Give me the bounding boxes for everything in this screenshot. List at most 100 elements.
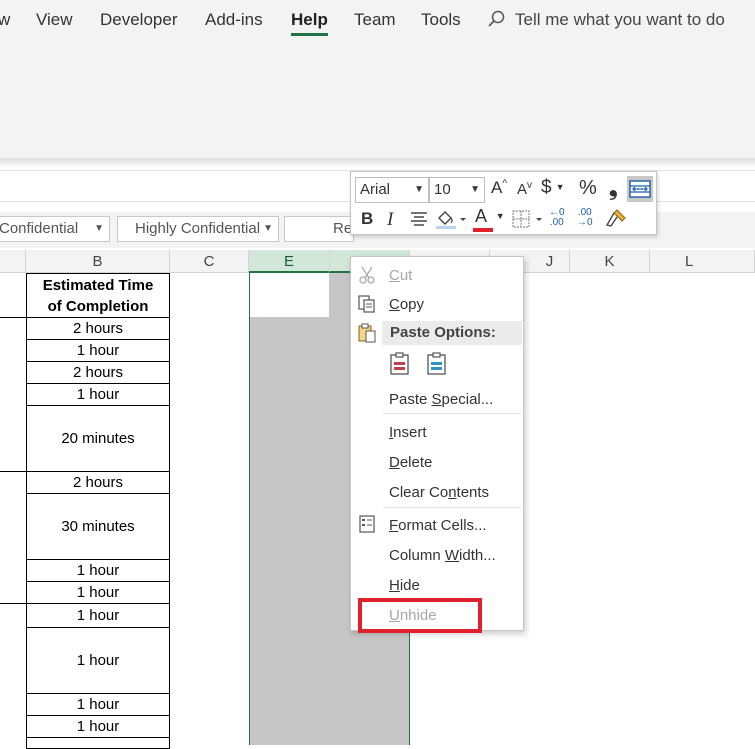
table-cell[interactable]: 2 hours <box>26 361 170 384</box>
tell-me-search[interactable]: Tell me what you want to do <box>487 10 725 30</box>
label-highly-confidential-text: Highly Confidential <box>135 220 261 237</box>
font-color-swatch <box>473 228 493 232</box>
tab-review-partial[interactable]: w <box>0 10 10 30</box>
cell-a-border <box>0 603 26 604</box>
menu-text: Paste <box>389 391 432 408</box>
column-header-b[interactable]: B <box>26 250 170 273</box>
font-name-box[interactable]: Arial ▼ <box>355 177 429 203</box>
paste-keep-formatting-icon[interactable] <box>389 352 411 376</box>
scissors-icon <box>359 266 375 284</box>
menu-text: D <box>389 454 400 471</box>
table-cell[interactable]: 1 hour <box>26 715 170 738</box>
dollar-icon: $ <box>541 177 552 198</box>
menu-text: idth... <box>459 547 496 564</box>
menu-item-clear-contents[interactable]: Clear Contents <box>389 484 489 501</box>
menu-text: nsert <box>393 424 427 441</box>
tab-team[interactable]: Team <box>354 10 396 30</box>
header-line-2: of Completion <box>47 297 149 315</box>
column-header-k[interactable]: K <box>570 250 650 273</box>
merge-center-icon <box>629 180 651 198</box>
align-center-button[interactable] <box>409 210 429 233</box>
percent-style-button[interactable]: % <box>579 177 597 200</box>
label-restricted[interactable]: Re <box>284 216 354 242</box>
chevron-down-icon: ▼ <box>263 223 273 234</box>
menu-item-column-width[interactable]: Column Width... <box>389 547 496 564</box>
borders-icon <box>512 210 542 228</box>
table-cell[interactable]: 30 minutes <box>26 493 170 560</box>
bold-button[interactable]: B <box>361 209 373 229</box>
caret-down-icon: v <box>527 180 533 191</box>
column-header-a[interactable] <box>0 250 26 273</box>
font-color-button[interactable]: A ▼ <box>473 206 505 232</box>
table-cell[interactable]: 1 hour <box>26 693 170 716</box>
accounting-format-button[interactable]: $ ▼ <box>541 177 565 199</box>
table-cell[interactable]: 1 hour <box>26 383 170 406</box>
menu-item-copy[interactable]: Copy <box>389 296 424 313</box>
ribbon-body <box>0 40 755 159</box>
copy-icon <box>358 295 375 313</box>
increase-decimal-glyph: .00 <box>549 217 564 228</box>
format-painter-button[interactable] <box>605 208 627 233</box>
menu-text: S <box>431 391 442 408</box>
comma-style-button[interactable]: ❟ <box>609 175 618 201</box>
active-tab-indicator <box>291 33 328 36</box>
cell-a-border <box>0 471 26 472</box>
table-cell[interactable]: 1 hour <box>26 603 170 628</box>
table-cell[interactable]: 1 hour <box>26 559 170 582</box>
menu-item-hide[interactable]: Hide <box>389 577 420 594</box>
font-size-box[interactable]: 10 ▼ <box>429 177 485 203</box>
decrease-decimal-button[interactable]: .00 →0 <box>577 208 593 228</box>
highlight-box <box>358 598 482 633</box>
menu-text: ut <box>399 267 413 284</box>
chevron-down-icon: ▼ <box>94 223 104 234</box>
paste-values-icon[interactable] <box>426 352 448 376</box>
increase-font-size-button[interactable]: A^ <box>491 178 507 198</box>
label-confidential[interactable]: Confidential ▼ <box>0 216 110 242</box>
tab-add-ins[interactable]: Add-ins <box>205 10 263 30</box>
increase-decimal-button[interactable]: ←0.00 <box>549 208 565 228</box>
italic-button[interactable]: I <box>387 209 393 231</box>
context-menu: Cut Copy Paste Options: Paste Special...… <box>350 256 524 631</box>
menu-item-delete[interactable]: Delete <box>389 454 432 471</box>
borders-button[interactable] <box>511 209 543 234</box>
menu-item-format-cells[interactable]: Format Cells... <box>389 517 487 534</box>
merge-center-button[interactable] <box>627 176 653 202</box>
table-cell[interactable] <box>26 737 170 749</box>
paint-bucket-icon <box>436 211 466 229</box>
tab-help[interactable]: Help <box>291 10 328 30</box>
menu-separator <box>383 507 521 508</box>
active-cell[interactable] <box>250 273 329 317</box>
label-highly-confidential[interactable]: Highly Confidential ▼ <box>117 216 279 242</box>
table-cell[interactable]: 2 hours <box>26 317 170 340</box>
decrease-font-size-button[interactable]: Av <box>517 180 532 198</box>
menu-text: tents <box>456 484 490 501</box>
format-cells-icon <box>359 515 375 533</box>
table-cell[interactable]: 1 hour <box>26 581 170 604</box>
tab-tools[interactable]: Tools <box>421 10 461 30</box>
menu-text: elete <box>399 454 433 471</box>
tab-developer[interactable]: Developer <box>100 10 178 30</box>
menu-item-insert[interactable]: Insert <box>389 424 427 441</box>
table-cell[interactable]: 20 minutes <box>26 405 170 472</box>
fill-color-button[interactable] <box>435 208 467 235</box>
font-color-glyph: A <box>475 206 488 226</box>
chevron-down-icon: ▼ <box>470 184 480 195</box>
table-header-cell[interactable]: Estimated Time of Completion <box>26 273 170 318</box>
column-header-l[interactable]: L <box>650 250 755 273</box>
chevron-down-icon: ▼ <box>414 184 424 195</box>
search-icon <box>488 10 505 27</box>
table-cell[interactable]: 1 hour <box>26 339 170 362</box>
ribbon-tab-bar: w View Developer Add-ins Help Team Tools… <box>0 0 755 40</box>
paste-options-label: Paste Options: <box>390 324 496 341</box>
menu-text: Clear Co <box>389 484 449 501</box>
menu-item-paste-special[interactable]: Paste Special... <box>389 391 493 408</box>
mini-toolbar: Arial ▼ 10 ▼ A^ Av $ ▼ % ❟ B I A ▼ ←0.00 .0… <box>350 171 657 235</box>
menu-text: C <box>389 296 400 313</box>
table-cell[interactable]: 1 hour <box>26 627 170 694</box>
table-cell[interactable]: 2 hours <box>26 471 170 494</box>
chevron-down-icon: ▼ <box>495 211 505 221</box>
tab-view[interactable]: View <box>36 10 73 30</box>
menu-text: W <box>444 547 460 564</box>
column-header-e[interactable]: E <box>249 250 330 273</box>
column-header-c[interactable]: C <box>170 250 249 273</box>
